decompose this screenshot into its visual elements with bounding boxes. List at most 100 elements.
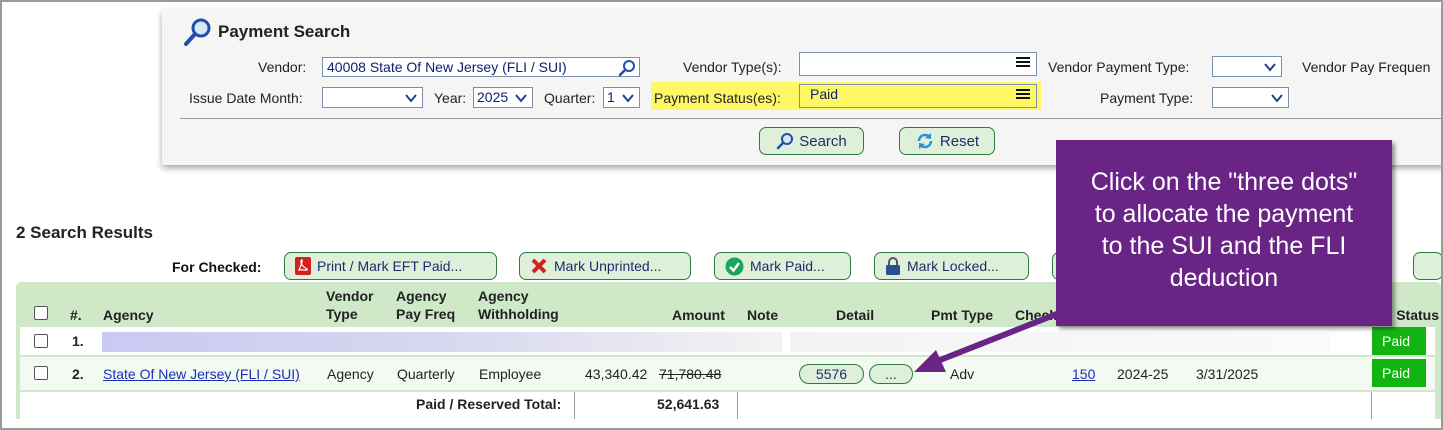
magnifier-icon xyxy=(184,18,211,46)
col-detail[interactable]: Detail xyxy=(836,306,874,324)
issue-date-month-label: Issue Date Month: xyxy=(189,90,303,106)
callout-line: to allocate the payment xyxy=(1094,200,1354,228)
year-select[interactable]: 2025 xyxy=(473,87,533,108)
vendor-type-cell: Agency xyxy=(327,366,374,382)
divider xyxy=(737,392,738,419)
col-amount[interactable]: Amount xyxy=(672,306,725,324)
row-number: 2. xyxy=(72,366,84,382)
callout-line: Click on the "three dots" xyxy=(1090,168,1358,196)
mark-unprinted-button[interactable]: Mark Unprinted... xyxy=(519,252,691,280)
vendor-lookup-icon[interactable] xyxy=(618,59,636,77)
red-x-icon xyxy=(531,258,547,274)
amount-cell: 43,340.42 xyxy=(585,366,648,382)
divider xyxy=(1371,392,1372,419)
vendor-payment-type-label: Vendor Payment Type: xyxy=(1048,59,1190,75)
for-checked-label: For Checked: xyxy=(172,259,262,275)
reset-button-label: Reset xyxy=(939,132,980,150)
row-number: 1. xyxy=(72,333,84,349)
total-label: Paid / Reserved Total: xyxy=(416,396,562,412)
mark-paid-button[interactable]: Mark Paid... xyxy=(714,252,851,280)
menu-lines-icon xyxy=(1016,89,1030,99)
results-title: 2 Search Results xyxy=(16,223,154,242)
payment-type-select[interactable] xyxy=(1212,87,1289,108)
quarter-label: Quarter: xyxy=(544,90,596,106)
total-row: Paid / Reserved Total: 52,641.63 xyxy=(20,392,1435,419)
panel-title-text: Payment Search xyxy=(218,22,351,41)
payment-type-label: Payment Type: xyxy=(1100,90,1194,106)
menu-lines-icon xyxy=(1016,57,1030,67)
col-withholding-line2: Withholding xyxy=(478,306,559,322)
quarter-select[interactable]: 1 xyxy=(603,87,640,108)
row-checkbox[interactable] xyxy=(34,366,48,380)
lock-icon xyxy=(886,257,900,275)
withholding-cell: Employee xyxy=(479,366,542,382)
mark-locked-button[interactable]: Mark Locked... xyxy=(874,252,1029,280)
agency-link[interactable]: State Of New Jersey (FLI / SUI) xyxy=(103,366,300,382)
select-all-checkbox[interactable] xyxy=(34,306,48,320)
chevron-down-icon xyxy=(1271,94,1283,103)
chevron-down-icon xyxy=(1264,63,1276,72)
col-vendor-type-line1: Vendor xyxy=(326,288,374,304)
col-status[interactable]: Status xyxy=(1387,306,1439,324)
payment-status-value: Paid xyxy=(810,86,839,102)
detail-id-button[interactable]: 5576 xyxy=(799,364,864,384)
col-pay-freq-line1: Agency xyxy=(396,288,447,304)
date-cell: 3/31/2025 xyxy=(1196,366,1259,382)
export-button[interactable] xyxy=(1413,252,1441,280)
vendor-label: Vendor: xyxy=(258,59,307,75)
chevron-down-icon xyxy=(515,94,527,103)
row-checkbox[interactable] xyxy=(34,334,48,348)
unprinted-button-label: Mark Unprinted... xyxy=(554,258,662,274)
issue-date-month-select[interactable] xyxy=(322,87,423,108)
vendor-pay-frequency-label: Vendor Pay Frequen xyxy=(1302,59,1431,75)
col-num: #. xyxy=(70,307,82,323)
tutorial-callout: Click on the "three dots" to allocate th… xyxy=(1056,140,1392,326)
payment-status-multiselect[interactable]: Paid xyxy=(799,84,1037,108)
locked-button-label: Mark Locked... xyxy=(907,258,999,274)
panel-divider xyxy=(180,118,1441,119)
divider xyxy=(574,392,575,419)
callout-arrow xyxy=(914,303,1079,372)
col-vendor-type[interactable]: Vendor Type xyxy=(326,287,373,323)
paid-button-label: Mark Paid... xyxy=(750,258,825,274)
pay-freq-cell: Quarterly xyxy=(397,366,455,382)
col-withholding-line1: Agency xyxy=(478,288,529,304)
vendor-types-multiselect[interactable] xyxy=(799,52,1037,76)
redacted-row-content xyxy=(102,332,782,352)
table-row: 1. Paid xyxy=(20,327,1435,355)
screenshot-frame: Payment Search Vendor: 40008 State Of Ne… xyxy=(0,0,1443,430)
status-badge: Paid xyxy=(1372,359,1426,387)
search-icon xyxy=(776,133,794,150)
col-agency[interactable]: Agency xyxy=(103,306,154,324)
pdf-icon xyxy=(295,257,311,275)
chevron-down-icon xyxy=(405,94,417,103)
col-agency-pay-freq[interactable]: Agency Pay Freq xyxy=(396,287,455,323)
fiscal-year-cell: 2024-25 xyxy=(1117,366,1169,382)
vendor-types-label: Vendor Type(s): xyxy=(683,59,782,75)
check-circle-icon xyxy=(725,257,744,275)
callout-line: deduction xyxy=(1169,264,1279,292)
vendor-payment-type-select[interactable] xyxy=(1212,56,1282,77)
reset-button[interactable]: Reset xyxy=(899,127,995,155)
table-row: 2. State Of New Jersey (FLI / SUI) Agenc… xyxy=(20,357,1435,390)
vendor-input[interactable]: 40008 State Of New Jersey (FLI / SUI) xyxy=(322,57,640,77)
vendor-input-value: 40008 State Of New Jersey (FLI / SUI) xyxy=(327,59,567,75)
quarter-value: 1 xyxy=(607,89,615,105)
payment-status-label: Payment Status(es): xyxy=(654,90,781,106)
year-value: 2025 xyxy=(477,89,509,105)
print-mark-eft-paid-button[interactable]: Print / Mark EFT Paid... xyxy=(284,252,497,280)
search-button[interactable]: Search xyxy=(759,127,864,155)
total-value: 52,641.63 xyxy=(657,396,720,412)
amount-struck-cell: 71,780.48 xyxy=(659,366,722,382)
callout-line: to the SUI and the FLI xyxy=(1101,232,1347,260)
col-vendor-type-line2: Type xyxy=(326,306,358,322)
chevron-down-icon xyxy=(622,94,634,103)
col-agency-withholding[interactable]: Agency Withholding xyxy=(478,287,559,323)
search-button-label: Search xyxy=(799,132,847,150)
col-note[interactable]: Note xyxy=(747,306,778,324)
col-pay-freq-line2: Pay Freq xyxy=(396,306,456,322)
refresh-icon xyxy=(917,133,933,149)
print-button-label: Print / Mark EFT Paid... xyxy=(317,258,463,274)
panel-title: Payment Search xyxy=(182,16,350,48)
year-label: Year: xyxy=(434,90,467,106)
